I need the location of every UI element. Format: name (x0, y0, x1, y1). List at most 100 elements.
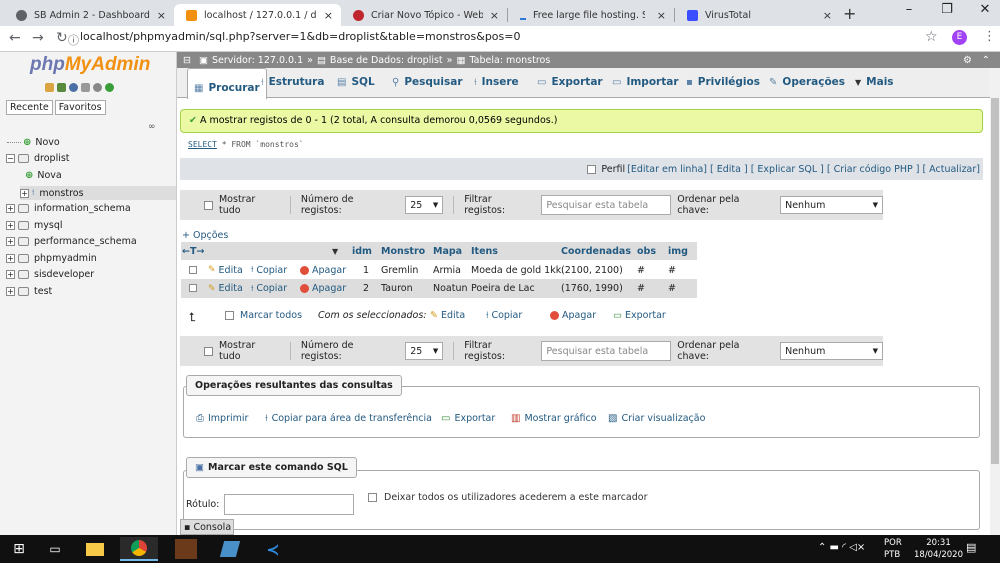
collapse-nav-icon[interactable]: ⊟ (183, 55, 191, 66)
help-icon[interactable] (69, 83, 78, 92)
browser-menu-icon[interactable]: ⋮ (983, 29, 996, 44)
home-icon[interactable] (45, 83, 54, 92)
tab-operacoes[interactable]: ✎ Operações (769, 76, 845, 88)
column-header[interactable]: obs (637, 246, 656, 257)
forward-icon[interactable]: → (32, 30, 44, 46)
cell-mapa[interactable]: Noatun (433, 283, 468, 294)
export-button[interactable]: ▭ Exportar (441, 413, 495, 424)
reload-nav-icon[interactable] (105, 83, 114, 92)
expand-icon[interactable]: + (6, 204, 15, 213)
tab-procurar[interactable]: ▦ Procurar (187, 68, 267, 99)
filter-input[interactable]: Pesquisar esta tabela (541, 341, 672, 361)
clock[interactable]: 20:31 18/04/2020 (914, 537, 963, 561)
notification-icon[interactable]: ▤ (966, 541, 976, 554)
browser-tab-virustotal[interactable]: VirusTotal × (675, 4, 840, 26)
edit-row-button[interactable]: ✎ Edita (208, 283, 243, 294)
console-tab[interactable]: ▪ Consola (180, 519, 234, 535)
column-header[interactable]: Mapa (433, 246, 462, 257)
tree-item-sisdeveloper[interactable]: + sisdeveloper (6, 269, 94, 280)
cell-img[interactable]: # (668, 265, 676, 276)
favorites-button[interactable]: Favoritos (54, 100, 106, 115)
column-resize-icon[interactable]: ←T→ (182, 246, 204, 257)
query-action-links[interactable]: [Editar em linha] [ Edita ] [ Explicar S… (627, 164, 980, 175)
cell-itens[interactable]: Moeda de gold 1kk. (471, 265, 564, 276)
vscode-icon[interactable]: ≺ (254, 537, 292, 561)
profile-avatar[interactable]: E (952, 30, 967, 45)
minimize-icon[interactable]: – (899, 2, 919, 17)
window-close-icon[interactable]: ✕ (975, 2, 995, 17)
url-input[interactable]: localhost/phpmyadmin/sql.php?server=1&db… (80, 30, 520, 43)
expand-icon[interactable]: + (6, 270, 15, 279)
chrome-icon[interactable] (120, 537, 158, 561)
tree-item-phpmyadmin[interactable]: + phpmyadmin (6, 253, 97, 264)
options-link[interactable]: + Opções (182, 230, 228, 241)
tab-insere[interactable]: ⟊ Insere (474, 76, 519, 88)
tree-item-nova[interactable]: ⊕ Nova (25, 170, 62, 181)
reload-icon[interactable]: ↻ (56, 30, 68, 46)
tab-importar[interactable]: ▭ Importar (612, 76, 679, 88)
cell-monstro[interactable]: Tauron (381, 283, 413, 294)
column-header[interactable]: img (668, 246, 688, 257)
browser-tab-webcheat[interactable]: Criar Novo Tópico - WebCheat × (341, 4, 507, 26)
column-header[interactable]: Coordenadas (561, 246, 631, 257)
tree-item-monstros[interactable]: + ⟊ monstros (20, 186, 176, 200)
cell-mapa[interactable]: Armia (433, 265, 461, 276)
breadcrumb-server[interactable]: Servidor: 127.0.0.1 (212, 55, 303, 66)
show-chart-button[interactable]: ▥ Mostrar gráfico (511, 413, 597, 424)
cell-obs[interactable]: # (637, 265, 645, 276)
tab-sql[interactable]: ▤ SQL (337, 76, 375, 88)
num-rows-select[interactable]: 25 ▼ (405, 196, 444, 214)
column-header[interactable]: Monstro (381, 246, 425, 257)
new-tab-button[interactable]: + (843, 4, 856, 23)
tree-item-performance-schema[interactable]: + performance_schema (6, 236, 137, 247)
bulk-delete-button[interactable]: Apagar (550, 310, 596, 321)
share-bookmark-checkbox[interactable] (368, 493, 377, 502)
recent-button[interactable]: Recente (6, 100, 53, 115)
game-app-icon[interactable] (167, 537, 205, 561)
check-all[interactable]: Marcar todos (225, 310, 302, 321)
copy-row-button[interactable]: ⟊ Copiar (251, 265, 287, 276)
tab-exportar[interactable]: ▭ Exportar (537, 76, 603, 88)
browser-tab-phpmyadmin[interactable]: localhost / 127.0.0.1 / droplist × (174, 4, 341, 26)
notepad-icon[interactable] (211, 537, 249, 561)
cell-img[interactable]: # (668, 283, 676, 294)
settings-icon[interactable] (93, 83, 102, 92)
cell-coordenadas[interactable]: (1760, 1990) (561, 283, 623, 294)
show-all-checkbox[interactable] (204, 346, 213, 356)
docs-icon[interactable] (81, 83, 90, 92)
sql-query[interactable]: SELECT * FROM `monstros` (188, 140, 304, 149)
bulk-export-button[interactable]: ▭ Exportar (613, 310, 666, 321)
cell-monstro[interactable]: Gremlin (381, 265, 418, 276)
expand-icon[interactable]: + (6, 287, 15, 296)
browser-tab-file-hosting[interactable]: Free large file hosting. Send bi × (508, 4, 674, 26)
tree-item-novo[interactable]: ⊕ Novo (7, 137, 60, 148)
cell-idm[interactable]: 1 (363, 265, 369, 276)
num-rows-select[interactable]: 25 ▼ (405, 342, 444, 360)
bookmark-star-icon[interactable]: ☆ (925, 29, 938, 45)
cell-idm[interactable]: 2 (363, 283, 369, 294)
profile-checkbox[interactable] (587, 164, 597, 174)
windows-start-icon[interactable]: ⊞ (0, 537, 38, 561)
create-view-button[interactable]: ▧ Criar visualização (608, 413, 705, 424)
tab-pesquisar[interactable]: ⚲ Pesquisar (392, 76, 463, 88)
tab-mais[interactable]: ▼ Mais (855, 76, 894, 88)
expand-icon[interactable]: + (6, 221, 15, 230)
language-indicator[interactable]: POR PTB (884, 537, 902, 561)
logout-icon[interactable] (57, 83, 66, 92)
tab-close-icon[interactable]: × (324, 9, 333, 22)
breadcrumb-table[interactable]: Tabela: monstros (469, 55, 550, 66)
copy-clipboard-button[interactable]: ⟊ Copiar para área de transferência (265, 413, 432, 424)
tree-item-information-schema[interactable]: + information_schema (6, 203, 131, 214)
bookmark-label-input[interactable] (224, 494, 354, 515)
tab-estrutura[interactable]: ⟊ Estrutura (261, 76, 324, 88)
scrollbar-thumb[interactable] (991, 98, 999, 464)
tab-close-icon[interactable]: × (157, 9, 166, 22)
delete-row-button[interactable]: Apagar (300, 265, 346, 276)
link-icon[interactable]: ∞ (148, 122, 156, 132)
tab-close-icon[interactable]: × (490, 9, 499, 22)
edit-row-button[interactable]: ✎ Edita (208, 265, 243, 276)
collapse-top-icon[interactable]: ⌃ (982, 55, 990, 66)
tab-close-icon[interactable]: × (657, 9, 666, 22)
tree-item-test[interactable]: + test (6, 286, 52, 297)
expand-icon[interactable]: + (6, 254, 15, 263)
